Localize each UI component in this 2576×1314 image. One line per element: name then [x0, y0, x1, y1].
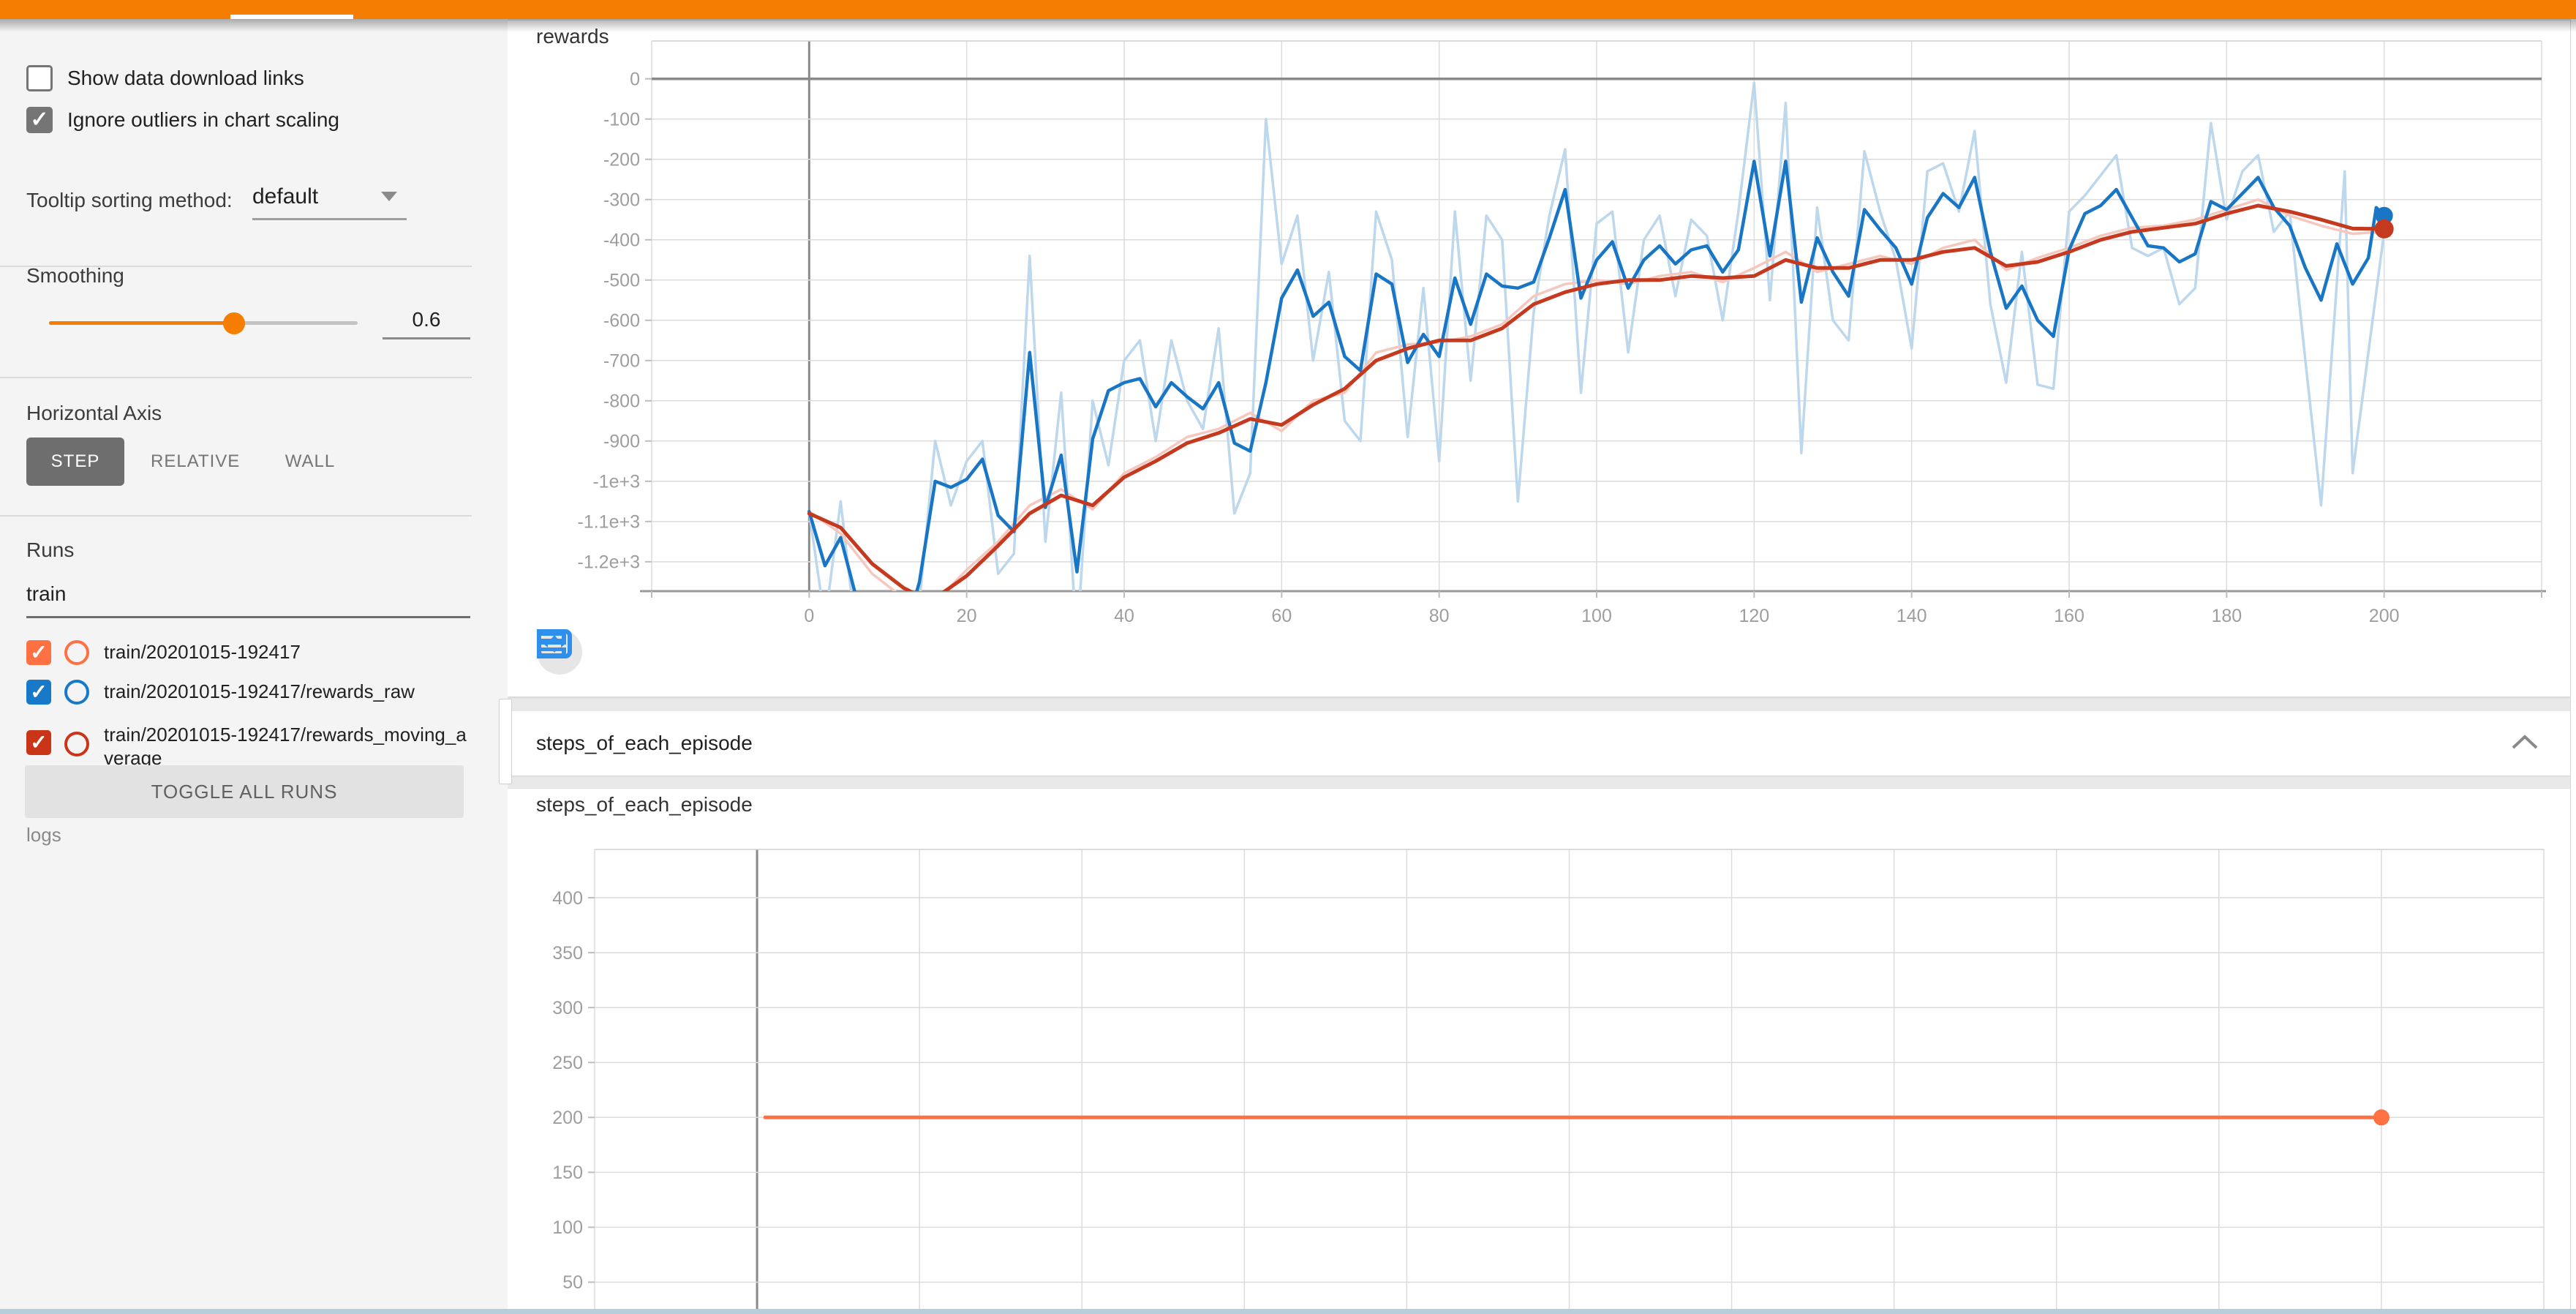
axis-button-wall[interactable]: WALL — [281, 438, 339, 486]
svg-text:-900: -900 — [603, 432, 640, 452]
svg-text:-1e+3: -1e+3 — [592, 472, 640, 492]
run-radio[interactable] — [64, 640, 89, 665]
divider — [0, 515, 472, 517]
section-header-steps-of-each-episode[interactable]: steps_of_each_episode — [508, 711, 2570, 776]
runs-label: Runs — [26, 538, 74, 562]
svg-text:120: 120 — [1739, 606, 1769, 626]
svg-text:-700: -700 — [603, 351, 640, 372]
svg-text:200: 200 — [552, 1108, 583, 1128]
active-tab-indicator — [230, 15, 353, 19]
horizontal-axis-label: Horizontal Axis — [26, 402, 162, 425]
axis-button-step[interactable]: STEP — [26, 438, 124, 486]
check-icon: ✓ — [30, 682, 47, 702]
rewards-line-chart[interactable]: 0 -100 -200 -300 -400 -500 -600 -700 -800 -900 -1e… — [508, 20, 2570, 697]
section-title: steps_of_each_episode — [536, 732, 753, 755]
svg-text:150: 150 — [552, 1163, 583, 1183]
fit-to-data-icon — [537, 629, 572, 658]
checkbox-label: Show data download links — [67, 67, 304, 90]
axis-button-relative[interactable]: RELATIVE — [151, 438, 238, 486]
svg-text:-100: -100 — [603, 109, 640, 129]
check-icon: ✓ — [30, 109, 48, 131]
dropdown-underline — [252, 218, 407, 220]
svg-text:180: 180 — [2211, 606, 2242, 626]
smoothing-slider[interactable] — [49, 321, 358, 325]
smoothing-label: Smoothing — [26, 264, 124, 288]
smoothing-value-field[interactable]: 0.6 — [383, 308, 470, 339]
svg-text:400: 400 — [552, 888, 583, 909]
svg-text:-600: -600 — [603, 311, 640, 331]
settings-sidebar: Show data download links ✓ Ignore outlie… — [0, 19, 508, 1314]
svg-text:-800: -800 — [603, 391, 640, 412]
steps-line-chart[interactable]: 400 350 300 250 200 150 100 50 — [508, 789, 2570, 1314]
run-row[interactable]: ✓ train/20201015-192417/rewards_moving_a… — [26, 723, 470, 770]
svg-text:250: 250 — [552, 1053, 583, 1073]
tooltip-sorting-dropdown[interactable]: default — [252, 184, 318, 209]
svg-text:50: 50 — [562, 1272, 583, 1293]
svg-text:40: 40 — [1114, 606, 1134, 626]
rewards-chart-card: rewards 0-100-200-300-400-500-600-700-80… — [508, 20, 2570, 697]
app-bar — [0, 0, 2576, 19]
show-download-links-checkbox-row[interactable]: Show data download links — [26, 65, 304, 91]
show-download-links-checkbox[interactable] — [26, 65, 53, 91]
svg-text:-1.1e+3: -1.1e+3 — [578, 512, 641, 533]
dropdown-arrow-icon[interactable] — [381, 192, 397, 201]
runs-filter-input[interactable] — [26, 582, 465, 606]
svg-text:300: 300 — [552, 998, 583, 1018]
page-scrollbar-gutter[interactable] — [2570, 19, 2576, 1314]
run-label: train/20201015-192417/rewards_moving_ave… — [104, 723, 470, 770]
run-checkbox[interactable]: ✓ — [26, 730, 51, 755]
svg-text:100: 100 — [1581, 606, 1612, 626]
scalars-dashboard: rewards 0-100-200-300-400-500-600-700-80… — [508, 19, 2572, 1314]
check-icon: ✓ — [30, 642, 47, 663]
sidebar-scrollbar-thumb[interactable] — [499, 699, 512, 784]
svg-text:20: 20 — [957, 606, 977, 626]
check-icon: ✓ — [30, 732, 47, 753]
smoothing-slider-thumb[interactable] — [223, 312, 245, 334]
svg-text:-1.2e+3: -1.2e+3 — [578, 552, 641, 573]
logdir-label: logs — [26, 824, 61, 846]
run-radio[interactable] — [64, 680, 89, 705]
run-row[interactable]: ✓ train/20201015-192417/rewards_raw — [26, 680, 415, 705]
horizontal-scrollbar[interactable] — [0, 1309, 2576, 1314]
svg-text:140: 140 — [1897, 606, 1927, 626]
smoothing-slider-fill — [49, 321, 234, 325]
svg-text:80: 80 — [1429, 606, 1450, 626]
checkbox-label: Ignore outliers in chart scaling — [67, 108, 339, 132]
svg-text:200: 200 — [2369, 606, 2400, 626]
svg-text:60: 60 — [1271, 606, 1292, 626]
tooltip-sorting-value: default — [252, 184, 318, 209]
svg-text:0: 0 — [804, 606, 814, 626]
ignore-outliers-checkbox[interactable]: ✓ — [26, 107, 53, 133]
svg-text:0: 0 — [630, 69, 640, 89]
run-checkbox[interactable]: ✓ — [26, 680, 51, 705]
svg-text:160: 160 — [2054, 606, 2084, 626]
run-label: train/20201015-192417/rewards_raw — [104, 680, 415, 703]
divider — [0, 377, 472, 378]
steps-chart-card: steps_of_each_episode 400350300250200150… — [508, 789, 2570, 1314]
svg-text:-400: -400 — [603, 230, 640, 251]
run-label: train/20201015-192417 — [104, 640, 301, 664]
ignore-outliers-checkbox-row[interactable]: ✓ Ignore outliers in chart scaling — [26, 107, 339, 133]
runs-filter-underline — [26, 616, 470, 618]
svg-text:-200: -200 — [603, 149, 640, 170]
svg-text:100: 100 — [552, 1217, 583, 1238]
chart-toolbar — [537, 629, 611, 675]
svg-text:-500: -500 — [603, 271, 640, 291]
run-row[interactable]: ✓ train/20201015-192417 — [26, 640, 301, 665]
toggle-all-runs-button[interactable]: TOGGLE ALL RUNS — [25, 765, 464, 818]
tooltip-sorting-label: Tooltip sorting method: — [26, 189, 233, 212]
svg-text:350: 350 — [552, 943, 583, 964]
svg-text:-300: -300 — [603, 189, 640, 210]
run-checkbox[interactable]: ✓ — [26, 640, 51, 665]
run-radio[interactable] — [64, 732, 89, 757]
collapse-chevron-icon[interactable] — [2510, 733, 2539, 751]
